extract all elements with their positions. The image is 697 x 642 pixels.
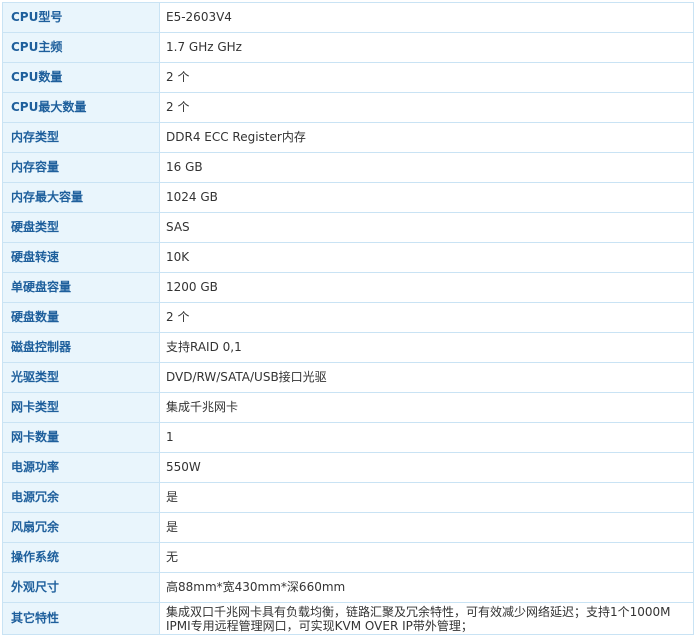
spec-row: 内存容量 16 GB [2, 152, 694, 183]
spec-value: 2 个 [159, 92, 694, 123]
spec-row: 单硬盘容量 1200 GB [2, 272, 694, 303]
spec-row: 光驱类型 DVD/RW/SATA/USB接口光驱 [2, 362, 694, 393]
spec-row: 硬盘类型 SAS [2, 212, 694, 243]
spec-value: 无 [159, 542, 694, 573]
spec-value: 支持RAID 0,1 [159, 332, 694, 363]
spec-label: 单硬盘容量 [2, 272, 160, 303]
spec-row: CPU型号 E5-2603V4 [2, 2, 694, 33]
spec-row: 内存类型 DDR4 ECC Register内存 [2, 122, 694, 153]
spec-value: DVD/RW/SATA/USB接口光驱 [159, 362, 694, 393]
spec-label: 风扇冗余 [2, 512, 160, 543]
spec-label: CPU最大数量 [2, 92, 160, 123]
spec-value: 10K [159, 242, 694, 273]
spec-value: 1024 GB [159, 182, 694, 213]
spec-row: CPU最大数量 2 个 [2, 92, 694, 123]
spec-label: 操作系统 [2, 542, 160, 573]
spec-value: 集成千兆网卡 [159, 392, 694, 423]
spec-row: 硬盘数量 2 个 [2, 302, 694, 333]
spec-row: 硬盘转速 10K [2, 242, 694, 273]
spec-value: 1 [159, 422, 694, 453]
spec-value: SAS [159, 212, 694, 243]
spec-label: 外观尺寸 [2, 572, 160, 603]
spec-label: 硬盘转速 [2, 242, 160, 273]
spec-row: 网卡类型 集成千兆网卡 [2, 392, 694, 423]
spec-value: 是 [159, 512, 694, 543]
spec-value: 是 [159, 482, 694, 513]
spec-label: CPU型号 [2, 2, 160, 33]
spec-row: 磁盘控制器 支持RAID 0,1 [2, 332, 694, 363]
spec-label: 硬盘类型 [2, 212, 160, 243]
spec-row: 操作系统 无 [2, 542, 694, 573]
spec-value: 集成双口千兆网卡具有负载均衡，链路汇聚及冗余特性，可有效减少网络延迟；支持1个1… [159, 602, 694, 635]
spec-row: 外观尺寸 高88mm*宽430mm*深660mm [2, 572, 694, 603]
spec-row: 电源功率 550W [2, 452, 694, 483]
spec-value: DDR4 ECC Register内存 [159, 122, 694, 153]
spec-label: 硬盘数量 [2, 302, 160, 333]
spec-value: E5-2603V4 [159, 2, 694, 33]
spec-label: 其它特性 [2, 602, 160, 635]
spec-label: 光驱类型 [2, 362, 160, 393]
spec-label: 内存容量 [2, 152, 160, 183]
spec-row: CPU数量 2 个 [2, 62, 694, 93]
spec-label: 网卡类型 [2, 392, 160, 423]
spec-row: 网卡数量 1 [2, 422, 694, 453]
spec-label: 网卡数量 [2, 422, 160, 453]
spec-label: 内存最大容量 [2, 182, 160, 213]
spec-row: CPU主频 1.7 GHz GHz [2, 32, 694, 63]
spec-label: CPU主频 [2, 32, 160, 63]
spec-value: 高88mm*宽430mm*深660mm [159, 572, 694, 603]
spec-row: 内存最大容量 1024 GB [2, 182, 694, 213]
spec-row: 其它特性 集成双口千兆网卡具有负载均衡，链路汇聚及冗余特性，可有效减少网络延迟；… [2, 602, 694, 635]
spec-row: 风扇冗余 是 [2, 512, 694, 543]
spec-value: 1200 GB [159, 272, 694, 303]
spec-value: 2 个 [159, 62, 694, 93]
spec-label: 内存类型 [2, 122, 160, 153]
spec-label: CPU数量 [2, 62, 160, 93]
spec-value: 2 个 [159, 302, 694, 333]
spec-label: 电源功率 [2, 452, 160, 483]
spec-label: 电源冗余 [2, 482, 160, 513]
spec-row: 电源冗余 是 [2, 482, 694, 513]
spec-value: 1.7 GHz GHz [159, 32, 694, 63]
spec-value: 550W [159, 452, 694, 483]
spec-table: CPU型号 E5-2603V4 CPU主频 1.7 GHz GHz CPU数量 … [2, 2, 694, 635]
spec-label: 磁盘控制器 [2, 332, 160, 363]
spec-value: 16 GB [159, 152, 694, 183]
